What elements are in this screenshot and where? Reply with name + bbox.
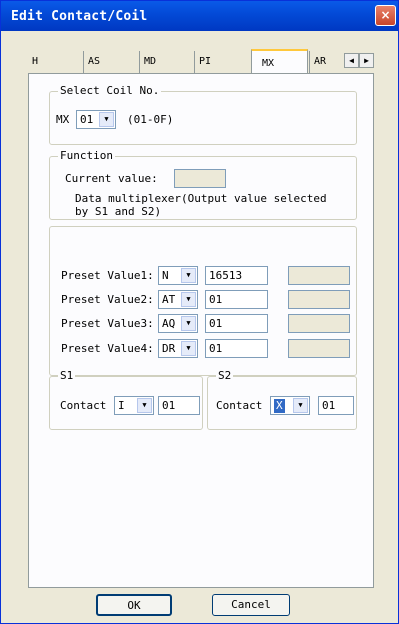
preset-value-3-input[interactable]: 01 (205, 314, 268, 333)
preset-value-3-type: AQ (162, 317, 176, 330)
title-bar[interactable]: Edit Contact/Coil × (1, 1, 398, 31)
tab-label: AR (314, 56, 327, 67)
s1-contact-type-select[interactable]: I ▼ (114, 396, 154, 415)
tab-mx[interactable]: MX (251, 49, 308, 74)
s1-legend: S1 (58, 369, 76, 383)
tab-as[interactable]: AS (83, 51, 139, 73)
s1-group: S1 Contact I ▼ 01 (49, 369, 203, 430)
preset-value-1-value: 16513 (209, 269, 243, 282)
s2-contact-number-input[interactable]: 01 (318, 396, 354, 415)
s2-contact-label: Contact (216, 399, 263, 412)
chevron-down-icon[interactable]: ▼ (181, 268, 196, 283)
edit-contact-coil-dialog: Edit Contact/Coil × H AS MD PI MX AR ◀ ▶… (0, 0, 399, 624)
s2-group: S2 Contact X ▼ 01 (207, 369, 357, 430)
cancel-button[interactable]: Cancel (212, 594, 290, 616)
preset-value-1-input[interactable]: 16513 (205, 266, 268, 285)
s1-contact-type: I (118, 399, 125, 412)
tab-pi[interactable]: PI (194, 51, 251, 73)
preset-value-2-label: Preset Value2: (61, 293, 154, 306)
current-value-field (174, 169, 226, 188)
coil-number-value: 01 (80, 113, 94, 126)
preset-value-1-label: Preset Value1: (61, 269, 154, 282)
s2-contact-type-select[interactable]: X ▼ (270, 396, 310, 415)
preset-value-4-type-select[interactable]: DR ▼ (158, 339, 198, 358)
tab-label: H (32, 56, 39, 67)
close-button[interactable]: × (375, 5, 396, 26)
preset-value-4-value: 01 (209, 342, 223, 355)
select-coil-group: Select Coil No. MX 01 ▼ (01-0F) (49, 84, 357, 145)
preset-value-2-readout (288, 290, 350, 309)
preset-value-3-readout (288, 314, 350, 333)
chevron-down-icon[interactable]: ▼ (181, 316, 196, 331)
preset-value-1-readout (288, 266, 350, 285)
tab-md[interactable]: MD (139, 51, 194, 73)
function-description-line2: by S1 and S2) (75, 205, 162, 218)
s2-contact-type: X (274, 399, 285, 413)
ok-button[interactable]: OK (96, 594, 172, 616)
coil-prefix: MX (56, 113, 70, 126)
preset-value-4-readout (288, 339, 350, 358)
preset-value-2-value: 01 (209, 293, 223, 306)
preset-value-4-input[interactable]: 01 (205, 339, 268, 358)
select-coil-legend: Select Coil No. (58, 84, 162, 98)
preset-value-1-type: N (162, 269, 169, 282)
preset-value-2-type: AT (162, 293, 176, 306)
s1-contact-number: 01 (162, 399, 176, 412)
preset-value-3-label: Preset Value3: (61, 317, 154, 330)
tab-bar: H AS MD PI MX AR ◀ ▶ (28, 49, 374, 74)
tab-ar[interactable]: AR (309, 51, 343, 73)
tab-page-mx: Select Coil No. MX 01 ▼ (01-0F) Function… (28, 73, 374, 588)
preset-value-4-label: Preset Value4: (61, 342, 154, 355)
scroll-right-icon[interactable]: ▶ (359, 53, 374, 68)
preset-values-group: Preset Value1: N ▼ 16513 Preset Value2: … (49, 226, 357, 376)
tab-h[interactable]: H (28, 51, 83, 73)
s2-contact-number: 01 (322, 399, 336, 412)
current-value-label: Current value: (65, 172, 158, 185)
close-icon: × (380, 8, 391, 22)
tab-scroll-buttons: ◀ ▶ (344, 53, 374, 68)
function-description-line1: Data multiplexer(Output value selected (75, 192, 327, 205)
function-group: Function Current value: Data multiplexer… (49, 149, 357, 220)
chevron-down-icon[interactable]: ▼ (181, 292, 196, 307)
s2-legend: S2 (216, 369, 234, 383)
tab-label: PI (199, 56, 212, 67)
window-title: Edit Contact/Coil (11, 9, 148, 24)
chevron-down-icon[interactable]: ▼ (137, 398, 152, 413)
s1-contact-label: Contact (60, 399, 107, 412)
preset-value-3-value: 01 (209, 317, 223, 330)
tab-label: MD (144, 56, 157, 67)
chevron-down-icon[interactable]: ▼ (293, 398, 308, 413)
coil-number-select[interactable]: 01 ▼ (76, 110, 116, 129)
preset-value-1-type-select[interactable]: N ▼ (158, 266, 198, 285)
tab-label: MX (262, 58, 275, 69)
preset-value-4-type: DR (162, 342, 176, 355)
tab-label: AS (88, 56, 101, 67)
preset-value-3-type-select[interactable]: AQ ▼ (158, 314, 198, 333)
function-legend: Function (58, 149, 115, 163)
chevron-down-icon[interactable]: ▼ (181, 341, 196, 356)
scroll-left-icon[interactable]: ◀ (344, 53, 359, 68)
chevron-down-icon[interactable]: ▼ (99, 112, 114, 127)
preset-value-2-input[interactable]: 01 (205, 290, 268, 309)
s1-contact-number-input[interactable]: 01 (158, 396, 200, 415)
coil-range: (01-0F) (127, 113, 174, 126)
preset-value-2-type-select[interactable]: AT ▼ (158, 290, 198, 309)
